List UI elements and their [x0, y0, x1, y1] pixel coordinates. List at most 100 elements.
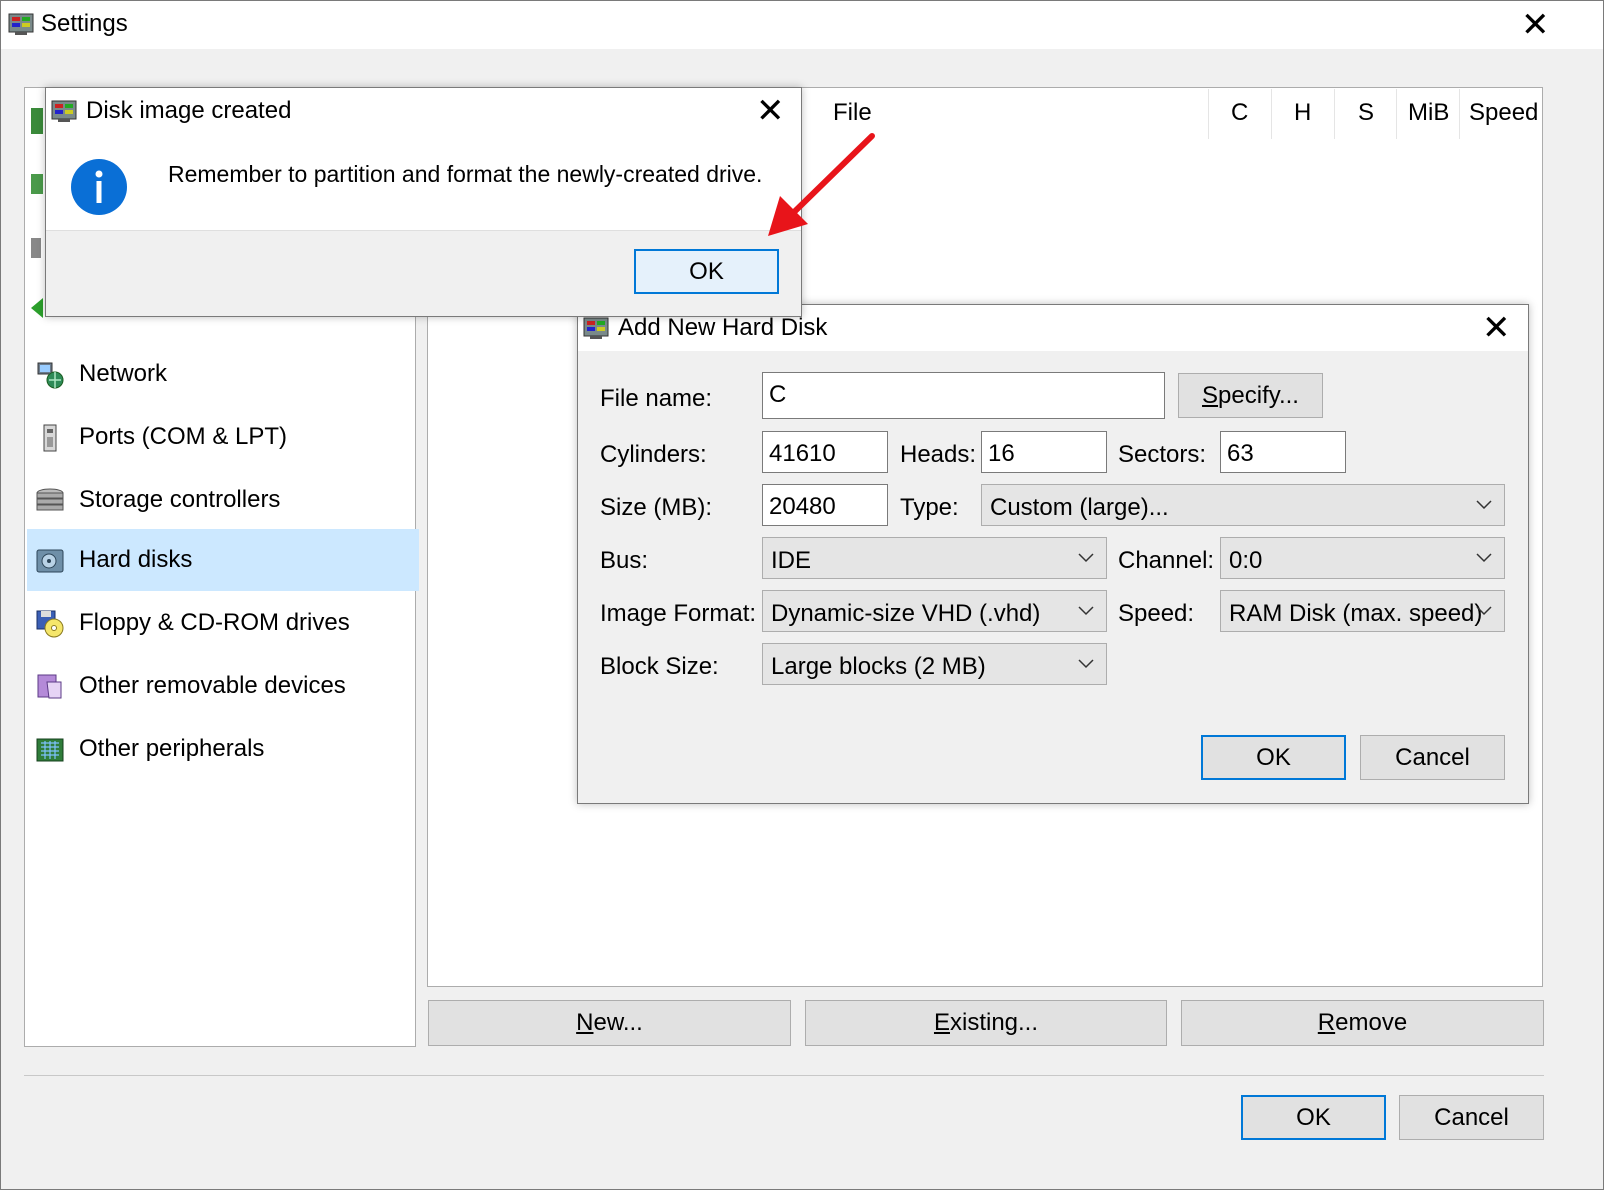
nav-item-storage-controllers[interactable]: Storage controllers	[27, 469, 419, 531]
disk-image-created-dialog: Disk image created ✕ Remember to partiti…	[45, 87, 802, 317]
nav-label: Network	[79, 360, 168, 387]
machine-icon	[31, 108, 43, 134]
dialog-title: Add New Hard Disk	[618, 314, 828, 341]
type-select[interactable]: Custom (large)...	[981, 484, 1505, 526]
image-format-select[interactable]: Dynamic-size VHD (.vhd)	[762, 590, 1107, 632]
column-separator	[1334, 89, 1335, 139]
speed-label: Speed:	[1118, 600, 1195, 627]
button-mnemonic: R	[1317, 1009, 1336, 1036]
app-icon	[51, 100, 77, 122]
block-size-label: Block Size:	[600, 653, 719, 680]
block-size-select[interactable]: Large blocks (2 MB)	[762, 643, 1107, 685]
dialog-close-icon[interactable]: ✕	[1482, 311, 1511, 345]
button-label-rest: ew...	[593, 1009, 643, 1036]
speed-select-value: RAM Disk (max. speed)	[1229, 600, 1483, 627]
size-input[interactable]: 20480	[762, 484, 888, 526]
nav-item-ports[interactable]: Ports (COM & LPT)	[27, 406, 419, 468]
ports-icon	[43, 424, 57, 452]
channel-select-value: 0:0	[1229, 547, 1263, 574]
column-separator	[1396, 89, 1397, 139]
speed-select[interactable]: RAM Disk (max. speed)	[1220, 590, 1505, 632]
message-text: Remember to partition and format the new…	[168, 161, 763, 187]
button-mnemonic: E	[933, 1009, 950, 1036]
settings-cancel-button[interactable]: Cancel	[1399, 1095, 1544, 1140]
nav-label: Storage controllers	[79, 486, 281, 513]
add-disk-ok-button[interactable]: OK	[1201, 735, 1346, 780]
nav-label: Ports (COM & LPT)	[79, 423, 288, 450]
heads-input[interactable]: 16	[981, 431, 1107, 473]
peripherals-icon	[36, 738, 64, 762]
chevron-down-icon	[1078, 659, 1094, 669]
size-label: Size (MB):	[600, 494, 713, 521]
nav-item-other-peripherals[interactable]: Other peripherals	[27, 718, 419, 780]
cylinders-input[interactable]: 41610	[762, 431, 888, 473]
type-label: Type:	[900, 494, 959, 521]
input-devices-icon	[31, 238, 41, 258]
message-box-ok-button[interactable]: OK	[634, 249, 779, 294]
sound-icon	[31, 298, 43, 318]
storage-controllers-icon	[36, 488, 64, 511]
existing-disk-button[interactable]: Existing...	[805, 1000, 1167, 1046]
file-name-input[interactable]: C	[762, 372, 1165, 419]
add-disk-cancel-button[interactable]: Cancel	[1360, 735, 1505, 780]
app-icon	[583, 317, 609, 339]
nav-label: Floppy & CD-ROM drives	[79, 609, 350, 636]
settings-ok-button[interactable]: OK	[1241, 1095, 1386, 1140]
network-icon	[37, 362, 64, 389]
remove-disk-button[interactable]: Remove	[1181, 1000, 1544, 1046]
removable-devices-icon	[37, 674, 62, 699]
nav-item-other-removable[interactable]: Other removable devices	[27, 655, 419, 717]
nav-item-floppy-cdrom[interactable]: Floppy & CD-ROM drives	[27, 592, 419, 654]
button-label-rest: pecify...	[1218, 381, 1299, 409]
column-header-speed[interactable]: Speed	[1469, 99, 1538, 127]
message-box-separator	[46, 230, 801, 231]
cylinders-label: Cylinders:	[600, 441, 707, 468]
window-close-icon[interactable]: ✕	[1521, 8, 1550, 42]
bus-select[interactable]: IDE	[762, 537, 1107, 579]
nav-label: Other peripherals	[79, 735, 265, 762]
display-icon	[31, 174, 43, 194]
image-format-label: Image Format:	[600, 600, 757, 627]
column-header-file[interactable]: File	[833, 99, 872, 127]
nav-item-network[interactable]: Network	[27, 343, 419, 405]
chevron-down-icon	[1078, 553, 1094, 563]
nav-label: Other removable devices	[79, 672, 346, 699]
button-mnemonic: S	[1202, 381, 1219, 409]
button-label-rest: emove	[1335, 1009, 1408, 1036]
column-header-c[interactable]: C	[1231, 99, 1248, 127]
specify-button[interactable]: Specify...	[1178, 373, 1323, 418]
floppy-cdrom-icon	[36, 610, 64, 638]
message-box-title: Disk image created	[86, 97, 292, 124]
button-mnemonic: N	[576, 1009, 594, 1036]
channel-select[interactable]: 0:0	[1220, 537, 1505, 579]
chevron-down-icon	[1078, 606, 1094, 616]
column-header-h[interactable]: H	[1294, 99, 1311, 127]
info-icon	[71, 159, 127, 215]
chevron-down-icon	[1476, 606, 1492, 616]
heads-label: Heads:	[900, 441, 977, 468]
file-name-label: File name:	[600, 385, 713, 412]
bus-select-value: IDE	[771, 547, 812, 574]
hard-disk-icon	[36, 549, 64, 573]
sectors-input[interactable]: 63	[1220, 431, 1346, 473]
column-separator	[1271, 89, 1272, 139]
footer-separator	[24, 1075, 1544, 1076]
new-disk-button[interactable]: New...	[428, 1000, 791, 1046]
column-separator	[1459, 89, 1460, 139]
type-select-value: Custom (large)...	[990, 494, 1169, 521]
button-label-rest: xisting...	[949, 1009, 1039, 1036]
column-header-mib[interactable]: MiB	[1408, 99, 1449, 127]
message-box-close-icon[interactable]: ✕	[756, 94, 785, 128]
nav-item-hard-disks[interactable]: Hard disks	[27, 529, 419, 591]
add-new-hard-disk-dialog: Add New Hard Disk ✕ File name: C Specify…	[577, 304, 1529, 804]
red-arrow-annotation-icon	[768, 133, 875, 236]
chevron-down-icon	[1476, 500, 1492, 510]
app-icon	[8, 13, 34, 35]
channel-label: Channel:	[1118, 547, 1215, 574]
column-separator	[1208, 89, 1209, 139]
window-title: Settings	[41, 10, 128, 37]
nav-label: Hard disks	[79, 546, 193, 573]
chevron-down-icon	[1476, 553, 1492, 563]
settings-title-bar: Settings ✕	[1, 1, 1603, 49]
column-header-s[interactable]: S	[1358, 99, 1374, 127]
